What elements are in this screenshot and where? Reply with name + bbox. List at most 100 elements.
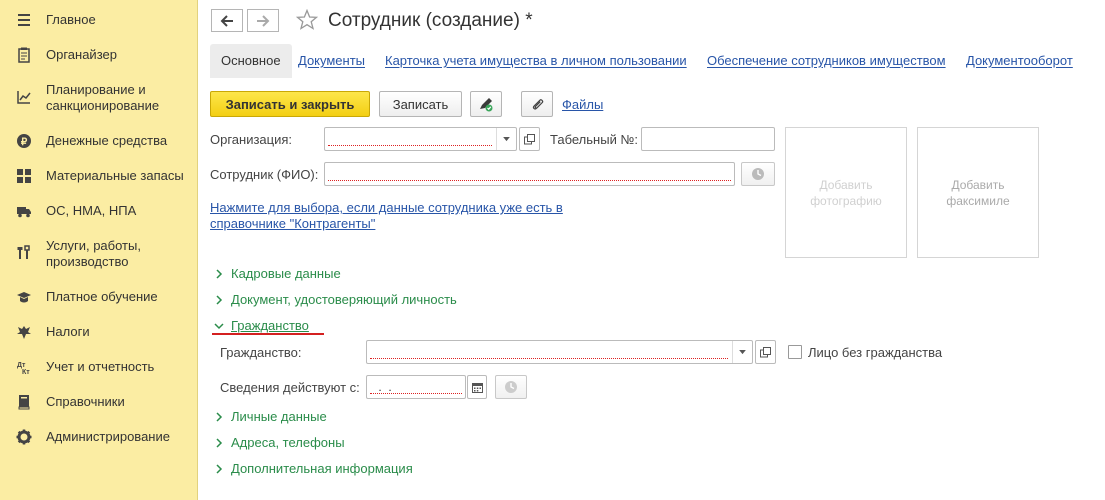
sidebar-item-organizer[interactable]: Органайзер xyxy=(0,46,198,66)
debit-credit-icon: Дт Кт xyxy=(15,358,33,376)
arrow-right-icon xyxy=(257,14,270,27)
sidebar-item-references[interactable]: Справочники xyxy=(0,393,198,413)
sidebar-item-training[interactable]: Платное обучение xyxy=(0,288,198,308)
org-open-button[interactable] xyxy=(519,127,540,151)
add-facsimile-text: Добавить факсимиле xyxy=(946,177,1010,208)
add-photo-text: Добавить фотографию xyxy=(810,177,882,208)
stateless-label: Лицо без гражданства xyxy=(808,345,943,360)
select-from-contractors-link[interactable]: Нажмите для выбора, если данные сотрудни… xyxy=(210,200,590,232)
notepad-icon xyxy=(15,46,33,64)
history-clock-icon xyxy=(752,168,764,180)
svg-text:Кт: Кт xyxy=(22,369,30,375)
group-addresses[interactable]: Адреса, телефоны xyxy=(213,435,345,450)
sidebar-item-label: Услуги, работы, производство xyxy=(46,238,141,269)
save-and-close-button[interactable]: Записать и закрыть xyxy=(210,91,370,117)
chart-planning-icon xyxy=(15,88,33,106)
sidebar-item-services[interactable]: Услуги, работы, производство xyxy=(0,237,198,271)
coin-icon: ₽ xyxy=(15,132,33,150)
menu-lines-icon xyxy=(15,11,33,29)
tab-property-card[interactable]: Карточка учета имущества в личном пользо… xyxy=(385,44,687,78)
forward-button[interactable] xyxy=(247,9,279,32)
sidebar-item-label: Учет и отчетность xyxy=(46,359,155,374)
valid-from-label: Сведения действуют с: xyxy=(220,380,360,395)
chevron-right-icon xyxy=(216,411,223,422)
paperclip-icon xyxy=(532,98,543,110)
sidebar-item-reporting[interactable]: Дт Кт Учет и отчетность xyxy=(0,358,198,378)
org-field[interactable] xyxy=(324,127,517,151)
graduation-cap-icon xyxy=(15,288,33,306)
citizenship-field[interactable] xyxy=(366,340,753,364)
group-label: Личные данные xyxy=(231,409,327,424)
chevron-down-icon xyxy=(503,136,510,141)
open-window-icon xyxy=(524,133,535,144)
books-icon xyxy=(15,393,33,411)
main-content: Сотрудник (создание) * Основное Документ… xyxy=(199,0,1105,500)
employee-field[interactable] xyxy=(324,162,735,186)
sidebar-item-admin[interactable]: Администрирование xyxy=(0,428,198,448)
sidebar-item-label: Денежные средства xyxy=(46,133,168,148)
group-id-document[interactable]: Документ, удостоверяющий личность xyxy=(213,292,457,307)
sidebar-item-taxes[interactable]: Налоги xyxy=(0,323,198,343)
sidebar-item-label: Планирование и санкционирование xyxy=(46,82,160,113)
tab-num-field[interactable] xyxy=(641,127,775,151)
group-hr-data[interactable]: Кадровые данные xyxy=(213,266,341,281)
history-clock-icon xyxy=(505,381,517,393)
sidebar-item-money[interactable]: ₽ Денежные средства xyxy=(0,132,198,152)
sidebar: Главное Органайзер Планирование и санкци… xyxy=(0,0,198,500)
svg-text:₽: ₽ xyxy=(21,137,28,148)
svg-text:Дт: Дт xyxy=(17,362,26,369)
files-link[interactable]: Файлы xyxy=(562,97,603,112)
back-button[interactable] xyxy=(211,9,243,32)
dropdown-button[interactable] xyxy=(732,341,752,363)
valid-from-date-field[interactable]: . . xyxy=(366,375,466,399)
sidebar-item-label: Платное обучение xyxy=(46,289,158,304)
required-underline xyxy=(370,358,728,359)
grid-icon xyxy=(15,167,33,185)
sidebar-item-planning[interactable]: Планирование и санкционирование xyxy=(0,81,198,115)
tab-main[interactable]: Основное xyxy=(210,44,292,78)
sidebar-item-main[interactable]: Главное xyxy=(0,11,198,31)
tab-employee-provision[interactable]: Обеспечение сотрудников имуществом xyxy=(707,44,946,78)
chevron-right-icon xyxy=(216,294,223,305)
group-label: Гражданство xyxy=(231,318,309,333)
sidebar-item-label: Органайзер xyxy=(46,47,117,62)
group-extra-info[interactable]: Дополнительная информация xyxy=(213,461,413,476)
tab-documents[interactable]: Документы xyxy=(298,44,365,78)
date-value: . . xyxy=(375,380,392,394)
chevron-down-icon xyxy=(739,349,746,354)
save-button[interactable]: Записать xyxy=(379,91,462,117)
citizenship-label: Гражданство: xyxy=(220,345,302,360)
group-personal-data[interactable]: Личные данные xyxy=(213,409,327,424)
valid-from-history-button[interactable] xyxy=(495,375,527,399)
calendar-icon xyxy=(471,382,483,393)
gear-icon xyxy=(15,428,33,446)
favorite-star-icon[interactable] xyxy=(296,9,318,31)
approve-button[interactable] xyxy=(470,91,502,117)
sidebar-item-inventory[interactable]: Материальные запасы xyxy=(0,167,198,187)
dropdown-button[interactable] xyxy=(496,128,516,150)
chevron-right-icon xyxy=(216,463,223,474)
chevron-down-icon xyxy=(214,322,224,329)
group-label: Кадровые данные xyxy=(231,266,341,281)
open-window-icon xyxy=(760,346,771,357)
truck-icon xyxy=(15,202,33,220)
add-facsimile-placeholder[interactable]: Добавить факсимиле xyxy=(917,127,1039,258)
stateless-checkbox[interactable] xyxy=(788,345,802,359)
sidebar-item-assets[interactable]: ОС, НМА, НПА xyxy=(0,202,198,222)
required-underline xyxy=(328,180,731,181)
tools-icon xyxy=(15,244,33,262)
tab-num-label: Табельный №: xyxy=(550,132,638,147)
required-underline xyxy=(370,393,462,394)
calendar-button[interactable] xyxy=(467,375,487,399)
add-photo-placeholder[interactable]: Добавить фотографию xyxy=(785,127,907,258)
group-citizenship[interactable]: Гражданство xyxy=(213,318,309,333)
chevron-right-icon xyxy=(216,437,223,448)
eagle-icon xyxy=(15,323,33,341)
red-underline-annotation xyxy=(212,333,324,335)
employee-history-button[interactable] xyxy=(741,162,775,186)
attach-button[interactable] xyxy=(521,91,553,117)
tab-document-flow[interactable]: Документооборот xyxy=(966,44,1073,78)
sidebar-item-label: ОС, НМА, НПА xyxy=(46,203,137,218)
citizenship-open-button[interactable] xyxy=(755,340,776,364)
sidebar-item-label: Главное xyxy=(46,12,96,27)
